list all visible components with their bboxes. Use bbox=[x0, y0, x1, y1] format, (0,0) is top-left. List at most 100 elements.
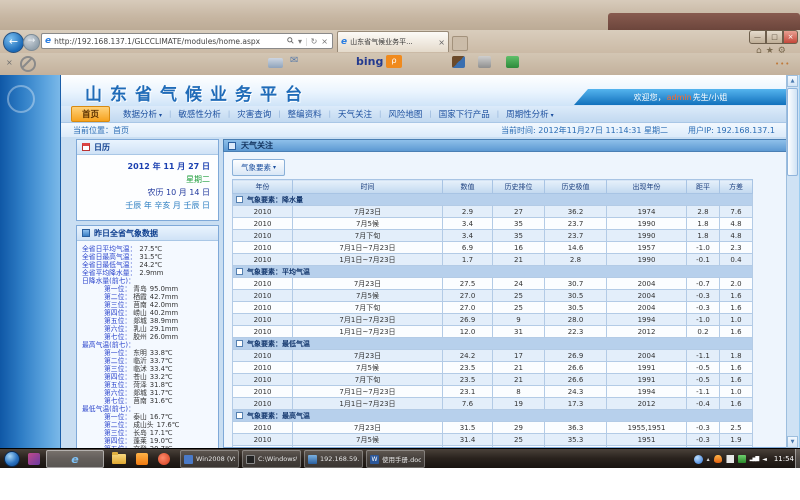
table-row[interactable]: 20107月5候31.425 35.31951-0.31.9 bbox=[233, 434, 753, 446]
folder-icon[interactable] bbox=[112, 454, 126, 464]
nav-item-disaster-query[interactable]: 灾害查询 bbox=[230, 108, 278, 120]
column-header[interactable]: 年份 bbox=[233, 180, 293, 194]
table-row[interactable]: 20107月下旬23.521 26.61991-0.51.6 bbox=[233, 374, 753, 386]
table-row[interactable]: 20107月23日31.529 36.31955,1951-0.32.5 bbox=[233, 422, 753, 434]
column-header[interactable]: 出现年份 bbox=[607, 180, 687, 194]
column-header[interactable]: 历史排位 bbox=[493, 180, 545, 194]
flame-icon[interactable] bbox=[714, 455, 722, 463]
window-close-button[interactable]: × bbox=[783, 30, 798, 44]
window-maximize-button[interactable]: □ bbox=[766, 30, 783, 44]
nav-item-sensitivity[interactable]: 敏感性分析 bbox=[171, 108, 228, 120]
community-icon[interactable] bbox=[506, 56, 519, 68]
collapse-checkbox[interactable] bbox=[236, 412, 243, 419]
nav-item-periodic-analysis[interactable]: 周期性分析▾ bbox=[499, 108, 561, 120]
task-button-win2008[interactable]: Win2008 (VS2... bbox=[180, 450, 239, 468]
more-options-icon[interactable]: ••• bbox=[775, 60, 790, 68]
table-row[interactable]: 20107月23日24.217 26.92004-1.11.8 bbox=[233, 350, 753, 362]
table-group-row[interactable]: 气象要素：最高气温 bbox=[233, 410, 753, 422]
task-button-remote[interactable]: 192.168.59.99... bbox=[304, 450, 363, 468]
table-row[interactable]: 20107月1日~7月23日6.916 14.61957-1.02.3 bbox=[233, 242, 753, 254]
wallet-icon[interactable] bbox=[452, 56, 465, 68]
blocked-icon[interactable] bbox=[20, 56, 36, 72]
globe-icon[interactable] bbox=[694, 455, 703, 464]
table-row[interactable]: 20101月1日~7月23日7.619 17.32012-0.41.6 bbox=[233, 398, 753, 410]
search-dropdown-icon[interactable]: ▾ bbox=[298, 37, 302, 46]
tab-favicon: e bbox=[341, 37, 347, 47]
network-icon[interactable]: ▂▅▇ bbox=[750, 456, 759, 462]
forward-button[interactable]: → bbox=[23, 34, 40, 51]
collapse-checkbox[interactable] bbox=[236, 196, 243, 203]
station-value: 33.2℃ bbox=[150, 373, 173, 381]
table-row[interactable]: 20107月1日~7月23日23.18 24.31994-1.11.0 bbox=[233, 386, 753, 398]
table-row[interactable]: 20107月23日27.524 30.72004-0.72.0 bbox=[233, 278, 753, 290]
collapse-checkbox[interactable] bbox=[236, 340, 243, 347]
nav-item-compiled-data[interactable]: 整编资料 bbox=[281, 108, 329, 120]
start-button[interactable] bbox=[4, 451, 20, 467]
bing-logo[interactable]: bing bbox=[356, 55, 383, 68]
update-icon[interactable] bbox=[738, 455, 746, 463]
window-minimize-button[interactable]: — bbox=[749, 30, 766, 44]
nav-item-weather-focus[interactable]: 天气关注 bbox=[331, 108, 379, 120]
table-row[interactable]: 20107月下旬3.435 23.719901.84.8 bbox=[233, 230, 753, 242]
tab-title[interactable]: 山东省气候业务平... bbox=[350, 37, 436, 47]
taskbar-clock[interactable]: 11:54 bbox=[774, 455, 794, 463]
stop-icon[interactable]: × bbox=[321, 37, 328, 46]
column-header[interactable]: 距平 bbox=[687, 180, 720, 194]
new-tab-button[interactable] bbox=[452, 36, 468, 51]
rank-label: 第六位： bbox=[104, 389, 131, 397]
table-row[interactable]: 20101月1日~7月23日1.721 2.81990-0.10.4 bbox=[233, 254, 753, 266]
column-header[interactable]: 方差 bbox=[720, 180, 753, 194]
card-icon[interactable] bbox=[268, 58, 283, 68]
nav-item-data-analysis[interactable]: 数据分析▾ bbox=[116, 108, 169, 120]
scroll-up-arrow[interactable]: ▲ bbox=[787, 75, 798, 87]
back-button[interactable]: ← bbox=[3, 32, 24, 53]
active-ie-task-button[interactable]: e bbox=[46, 450, 104, 468]
address-bar[interactable]: e http://192.168.137.1/GLCCLIMATE/module… bbox=[41, 33, 333, 49]
scrollbar-thumb[interactable] bbox=[787, 88, 798, 176]
table-row[interactable]: 20107月1日~7月23日26.99 28.01994-1.01.0 bbox=[233, 314, 753, 326]
action-center-icon[interactable] bbox=[726, 455, 734, 463]
table-group-row[interactable]: 气象要素：最低气温 bbox=[233, 338, 753, 350]
table-row[interactable]: 20107月5候3.435 23.719901.84.8 bbox=[233, 218, 753, 230]
nav-item-national-products[interactable]: 国家下行产品 bbox=[432, 108, 497, 120]
refresh-icon[interactable]: ↻ bbox=[311, 37, 318, 46]
table-group-row[interactable]: 气象要素：降水量 bbox=[233, 194, 753, 206]
search-icon[interactable] bbox=[287, 37, 294, 46]
nav-item-risk-map[interactable]: 风险地图 bbox=[381, 108, 429, 120]
toolbar-close-icon[interactable]: × bbox=[6, 58, 13, 67]
task-button-word-doc[interactable]: W 使用手册.docx ... bbox=[366, 450, 425, 468]
person-icon[interactable] bbox=[478, 56, 491, 68]
scroll-down-arrow[interactable]: ▼ bbox=[787, 436, 798, 448]
table-group-row[interactable]: 气象要素：平均气温 bbox=[233, 266, 753, 278]
app-icon-orange[interactable] bbox=[136, 453, 148, 465]
rank-line: 第三位：临沭33.4℃ bbox=[82, 365, 215, 373]
rank-label: 第六位： bbox=[104, 325, 131, 333]
element-filter-button[interactable]: 气象要素▾ bbox=[232, 159, 285, 176]
app-icon-red[interactable] bbox=[158, 453, 170, 465]
taskbar: e Win2008 (VS2... C:\Windows\s... 192.16… bbox=[0, 448, 800, 469]
column-header[interactable]: 数值 bbox=[443, 180, 493, 194]
vertical-scrollbar[interactable]: ▲ ▼ bbox=[786, 75, 799, 448]
volume-icon[interactable]: ◄ bbox=[762, 456, 767, 463]
bing-search-button[interactable]: ρ bbox=[386, 55, 402, 68]
table-row[interactable]: 20107月5候23.521 26.61991-0.51.6 bbox=[233, 362, 753, 374]
mail-icon[interactable]: ✉ bbox=[290, 55, 298, 66]
browser-tab[interactable]: e 山东省气候业务平... × bbox=[337, 31, 449, 52]
url-text[interactable]: http://192.168.137.1/GLCCLIMATE/modules/… bbox=[54, 37, 285, 46]
column-header[interactable]: 时间 bbox=[293, 180, 443, 194]
tab-close-icon[interactable]: × bbox=[438, 38, 445, 47]
station-value: 26.0mm bbox=[150, 333, 178, 341]
show-desktop-button[interactable] bbox=[795, 449, 800, 469]
tray-expand-icon[interactable]: ▴ bbox=[707, 456, 710, 463]
collapse-checkbox[interactable] bbox=[236, 268, 243, 275]
pinned-app-icon[interactable] bbox=[28, 453, 40, 465]
table-row[interactable]: 20101月1日~7月23日12.031 22.320120.21.6 bbox=[233, 326, 753, 338]
task-button-cmd[interactable]: C:\Windows\s... bbox=[242, 450, 301, 468]
table-row[interactable]: 20107月23日2.927 36.219742.87.6 bbox=[233, 206, 753, 218]
nav-item-home[interactable]: 首页 bbox=[71, 106, 110, 122]
station-value: 16.7℃ bbox=[150, 413, 173, 421]
table-row[interactable]: 20107月5候27.025 30.52004-0.31.6 bbox=[233, 290, 753, 302]
column-header[interactable]: 历史极值 bbox=[545, 180, 607, 194]
table-row[interactable]: 20107月下旬27.025 30.52004-0.31.6 bbox=[233, 302, 753, 314]
rank-section-title: 最低气温(前七)： bbox=[82, 405, 215, 413]
